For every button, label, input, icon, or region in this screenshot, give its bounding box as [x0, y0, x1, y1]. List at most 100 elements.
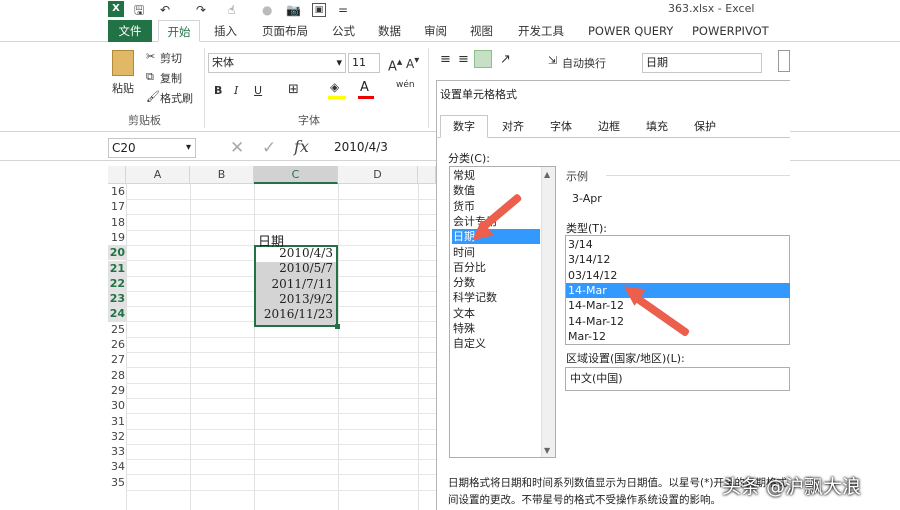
- wrap-text-button[interactable]: 自动换行: [562, 55, 606, 71]
- select-all-corner[interactable]: [108, 166, 126, 184]
- tab-alignment[interactable]: 对齐: [490, 116, 536, 138]
- bold-button[interactable]: B: [214, 84, 222, 97]
- tab-protection[interactable]: 保护: [682, 116, 728, 138]
- category-item[interactable]: 数值: [452, 183, 540, 198]
- font-size-select[interactable]: 11: [348, 53, 380, 73]
- align-bottom-icon[interactable]: [474, 50, 492, 68]
- row-header[interactable]: 29: [108, 383, 126, 398]
- category-item[interactable]: 日期: [452, 229, 540, 245]
- phonetic-icon[interactable]: wén: [396, 80, 415, 90]
- cell-c20[interactable]: 2010/4/3: [254, 246, 337, 261]
- category-item[interactable]: 文本: [452, 306, 540, 321]
- undo-icon[interactable]: ↶: [160, 1, 170, 19]
- paste-button[interactable]: 粘贴: [112, 80, 134, 96]
- tab-view[interactable]: 视图: [464, 20, 499, 42]
- tab-data[interactable]: 数据: [372, 20, 407, 42]
- customize-qa-icon[interactable]: =: [338, 1, 348, 19]
- format-painter-button[interactable]: 格式刷: [160, 90, 193, 106]
- underline-button[interactable]: U: [254, 84, 262, 97]
- row-header[interactable]: 28: [108, 368, 126, 383]
- cancel-icon[interactable]: ✕: [230, 138, 244, 158]
- row-header[interactable]: 32: [108, 429, 126, 444]
- row-header[interactable]: 34: [108, 459, 126, 474]
- category-item[interactable]: 分数: [452, 275, 540, 290]
- row-header[interactable]: 35: [108, 475, 126, 490]
- number-format-select[interactable]: 日期: [642, 53, 762, 73]
- column-header-b[interactable]: B: [190, 166, 254, 184]
- row-header[interactable]: 23: [108, 291, 126, 307]
- formula-input[interactable]: 2010/4/3: [322, 138, 436, 158]
- category-item[interactable]: 科学记数: [452, 290, 540, 305]
- cut-button[interactable]: 剪切: [160, 50, 182, 66]
- row-header[interactable]: 22: [108, 275, 126, 292]
- category-item[interactable]: 时间: [452, 245, 540, 260]
- row-header[interactable]: 25: [108, 322, 126, 337]
- tab-powerpivot[interactable]: POWERPIVOT: [686, 20, 775, 42]
- tab-home[interactable]: 开始: [158, 20, 200, 42]
- copy-button[interactable]: 复制: [160, 70, 182, 86]
- row-header[interactable]: 26: [108, 337, 126, 352]
- format-painter-icon[interactable]: 🖌: [146, 90, 160, 103]
- category-item[interactable]: 自定义: [452, 336, 540, 351]
- cell-c23[interactable]: 2013/9/2: [254, 292, 337, 307]
- copy-icon[interactable]: ⧉: [146, 70, 154, 84]
- border-icon[interactable]: ⊞: [288, 82, 299, 97]
- row-header[interactable]: 18: [108, 215, 126, 230]
- save-icon[interactable]: 🖫: [134, 1, 144, 19]
- tab-border[interactable]: 边框: [586, 116, 632, 138]
- conditional-format-icon[interactable]: [778, 50, 790, 72]
- tab-insert[interactable]: 插入: [208, 20, 243, 42]
- decrease-font-icon[interactable]: A▾: [406, 55, 419, 71]
- scroll-up-icon[interactable]: ▲: [544, 170, 550, 179]
- row-header[interactable]: 20: [108, 245, 126, 261]
- cell-c22[interactable]: 2011/7/11: [254, 277, 337, 292]
- tab-file[interactable]: 文件: [108, 20, 152, 42]
- row-header[interactable]: 17: [108, 199, 126, 214]
- column-header-a[interactable]: A: [126, 166, 190, 184]
- align-top-icon[interactable]: ≡: [440, 52, 451, 67]
- tab-page-layout[interactable]: 页面布局: [256, 20, 314, 42]
- screenshot-icon[interactable]: ▣: [312, 3, 326, 17]
- tab-review[interactable]: 审阅: [418, 20, 453, 42]
- redo-icon[interactable]: ↷: [196, 1, 206, 19]
- tab-fill[interactable]: 填充: [634, 116, 680, 138]
- locale-select[interactable]: 中文(中国): [565, 367, 790, 391]
- type-item[interactable]: 3/14/12: [566, 252, 790, 267]
- column-header-e[interactable]: [418, 166, 436, 184]
- category-item[interactable]: 常规: [452, 168, 540, 183]
- column-header-d[interactable]: D: [338, 166, 418, 184]
- type-item[interactable]: 03/14/12: [566, 268, 790, 283]
- category-item[interactable]: 百分比: [452, 260, 540, 275]
- row-header[interactable]: 31: [108, 414, 126, 429]
- fill-color-icon[interactable]: [328, 96, 346, 99]
- type-item[interactable]: 14-Mar-12: [566, 298, 790, 313]
- tab-number[interactable]: 数字: [440, 115, 488, 138]
- fill-handle[interactable]: [335, 324, 340, 329]
- orientation-icon[interactable]: ↗: [500, 52, 511, 67]
- scroll-down-icon[interactable]: ▼: [544, 446, 550, 455]
- tab-developer[interactable]: 开发工具: [512, 20, 570, 42]
- tab-formulas[interactable]: 公式: [326, 20, 361, 42]
- camera-icon[interactable]: 📷: [286, 1, 301, 19]
- tab-power-query[interactable]: POWER QUERY: [582, 20, 679, 42]
- type-item[interactable]: 3/14: [566, 237, 790, 252]
- font-color-icon[interactable]: A: [360, 80, 369, 95]
- row-header[interactable]: 27: [108, 352, 126, 367]
- row-header[interactable]: 19: [108, 230, 126, 245]
- category-scrollbar[interactable]: [541, 167, 555, 457]
- font-name-select[interactable]: 宋体 ▾: [208, 53, 346, 73]
- row-header[interactable]: 30: [108, 398, 126, 413]
- insert-function-button[interactable]: fx: [294, 137, 309, 156]
- cell-c24[interactable]: 2016/11/23: [254, 307, 337, 322]
- row-header[interactable]: 16: [108, 184, 126, 199]
- wrap-text-icon[interactable]: ⇲: [548, 54, 557, 67]
- paste-icon[interactable]: [112, 50, 134, 76]
- cell-c21[interactable]: 2010/5/7: [254, 261, 337, 276]
- category-item[interactable]: 特殊: [452, 321, 540, 336]
- name-box[interactable]: C20 ▾: [108, 138, 196, 158]
- circle-icon[interactable]: ●: [262, 1, 272, 19]
- touch-mode-icon[interactable]: ☝: [228, 1, 235, 19]
- italic-button[interactable]: I: [234, 84, 238, 97]
- tab-font[interactable]: 字体: [538, 116, 584, 138]
- row-header[interactable]: 24: [108, 306, 126, 322]
